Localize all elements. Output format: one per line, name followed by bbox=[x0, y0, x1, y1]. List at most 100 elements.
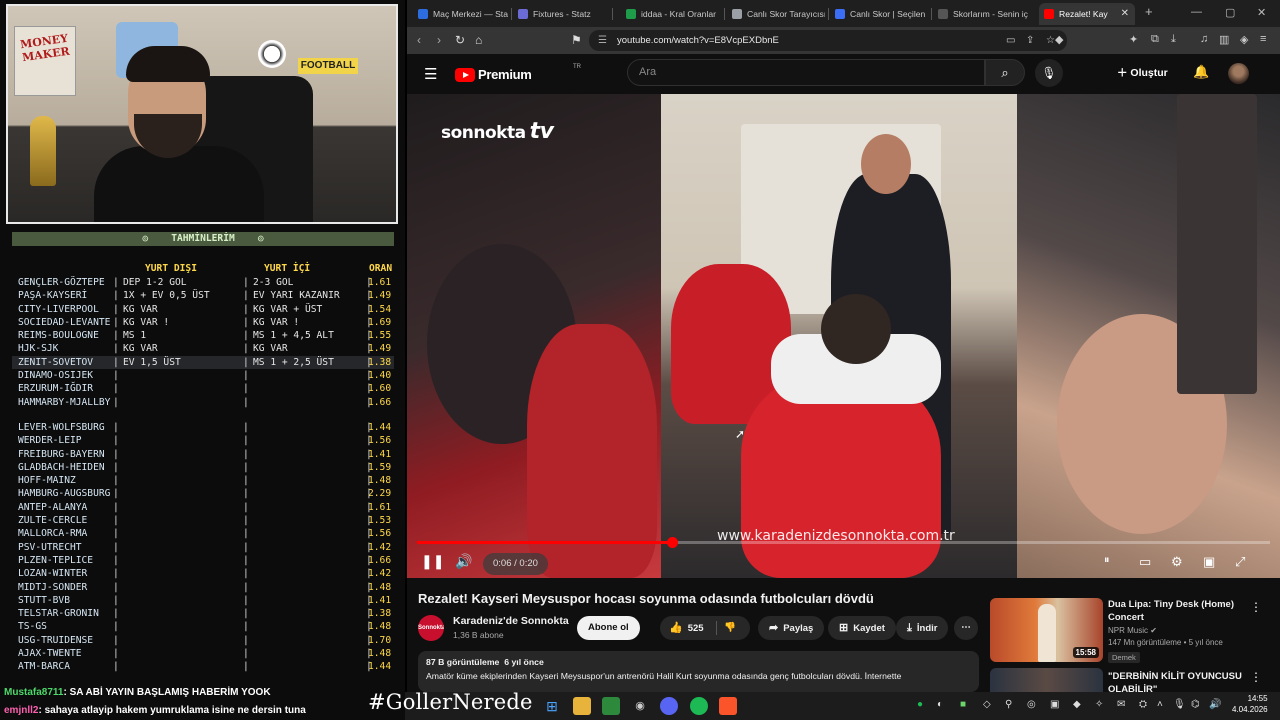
channel-avatar[interactable]: Sonnokta bbox=[418, 615, 444, 641]
tray-icon[interactable]: ⛭ bbox=[1139, 699, 1147, 710]
tab-separator bbox=[931, 8, 932, 20]
tray-icon[interactable]: ✧ bbox=[1095, 699, 1103, 710]
like-button[interactable]: 👍 525 👎 bbox=[660, 616, 750, 640]
hamburger-icon[interactable]: ☰ bbox=[424, 65, 437, 83]
video-progress-bar[interactable] bbox=[417, 537, 1270, 548]
close-tab-icon[interactable]: ✕ bbox=[1121, 3, 1129, 25]
media-icon[interactable]: ♫ bbox=[1200, 33, 1208, 45]
share-button[interactable]: ➦ Paylaş bbox=[758, 616, 825, 640]
star-icon[interactable]: ☆ bbox=[1046, 30, 1055, 51]
microphone-icon[interactable]: 🎙 bbox=[1173, 699, 1186, 710]
sidebar-icon[interactable]: ▥ bbox=[1219, 33, 1229, 46]
tray-icon[interactable]: ▣ bbox=[1050, 699, 1059, 710]
column-separator: | bbox=[113, 541, 119, 553]
column-separator: | bbox=[243, 515, 249, 527]
bookmark-icon[interactable]: ⚑ bbox=[571, 33, 582, 47]
browser-tab[interactable]: Fixtures - Statz bbox=[513, 3, 609, 25]
microphone-icon[interactable]: 🎙 bbox=[1035, 59, 1063, 87]
prediction-b: 2-3 GOL bbox=[253, 277, 294, 288]
back-icon[interactable]: ‹ bbox=[417, 33, 421, 47]
favicon-icon bbox=[418, 9, 428, 19]
windows-start-icon[interactable]: ⊞ bbox=[543, 697, 561, 715]
download-icon[interactable]: ⤓ bbox=[1171, 33, 1176, 46]
favicon-icon bbox=[1044, 9, 1054, 19]
recommended-channel: NPR Music ✔ bbox=[1108, 626, 1157, 635]
maximize-icon[interactable]: ▢ bbox=[1225, 6, 1235, 19]
more-options-icon[interactable]: ⋮ bbox=[1250, 600, 1262, 614]
close-icon[interactable]: ✕ bbox=[1257, 6, 1266, 19]
discord-tray-icon[interactable]: ◎ bbox=[1027, 699, 1036, 710]
save-button[interactable]: ⊞ Kaydet bbox=[828, 616, 896, 640]
shield-icon[interactable]: ◆ bbox=[1055, 33, 1063, 46]
create-button[interactable]: ＋ Oluştur bbox=[1117, 65, 1168, 80]
fullscreen-icon[interactable]: ⤢ bbox=[1235, 554, 1245, 570]
video-thumbnail[interactable] bbox=[990, 668, 1103, 692]
description-box[interactable]: 87 B görüntüleme 6 yıl önce Amatör küme … bbox=[418, 651, 979, 692]
tray-icon[interactable]: ◐ bbox=[937, 699, 943, 710]
menu-icon[interactable]: ≡ bbox=[1260, 33, 1266, 45]
search-icon[interactable]: ⌕ bbox=[985, 59, 1025, 86]
favicon-icon bbox=[732, 9, 742, 19]
brave-icon[interactable] bbox=[719, 697, 737, 715]
column-separator: | bbox=[113, 661, 119, 673]
tray-icon[interactable]: ◇ bbox=[983, 699, 991, 710]
app-icon[interactable] bbox=[602, 697, 620, 715]
browser-tab[interactable]: Canlı Skor Tarayıcısı bbox=[727, 3, 825, 25]
extension-icon[interactable]: ✦ bbox=[1129, 33, 1138, 46]
browser-tab[interactable]: Maç Merkezi — Stat bbox=[413, 3, 508, 25]
browser-tab[interactable]: Canlı Skor | Seçilen bbox=[830, 3, 928, 25]
avatar[interactable] bbox=[1228, 63, 1249, 84]
site-info-icon[interactable]: ☰ bbox=[598, 30, 607, 51]
discord-icon[interactable] bbox=[660, 697, 678, 715]
cast-icon[interactable]: ▭ bbox=[1006, 30, 1015, 51]
recommended-title: Dua Lipa: Tiny Desk (Home) Concert bbox=[1108, 599, 1234, 623]
prediction-row: CITY-LIVERPOOL KG VAR KG VAR + ÜST 1.54 | | | bbox=[12, 303, 394, 316]
download-button[interactable]: ⤓ İndir bbox=[896, 616, 949, 640]
video-player[interactable]: sonnokta tv www.karadenizdesonnokta.com.t… bbox=[407, 94, 1280, 578]
minimize-icon[interactable]: — bbox=[1191, 6, 1202, 18]
tray-icon[interactable]: ■ bbox=[960, 699, 966, 710]
recommended-video[interactable]: "DERBİNİN KİLİT OYUNCUSU OLABİLİR" ⋮ bbox=[990, 668, 1280, 692]
column-separator: | bbox=[366, 528, 372, 540]
file-explorer-icon[interactable] bbox=[573, 697, 591, 715]
column-separator: | bbox=[113, 356, 119, 368]
volume-icon[interactable]: 🔊 bbox=[1209, 699, 1221, 710]
theater-mode-icon[interactable]: ▣ bbox=[1203, 554, 1215, 570]
subtitles-icon[interactable]: ▭ bbox=[1139, 554, 1151, 570]
more-options-icon[interactable]: ⋮ bbox=[1250, 670, 1262, 684]
spotify-tray-icon[interactable]: ● bbox=[917, 699, 923, 710]
more-actions-icon[interactable]: ⋯ bbox=[954, 616, 978, 640]
tray-icon[interactable]: ⚲ bbox=[1005, 699, 1012, 710]
channel-name[interactable]: Karadeniz'de Sonnokta bbox=[453, 615, 569, 627]
system-clock[interactable]: 14:55 4.04.2026 bbox=[1232, 693, 1268, 715]
vpn-icon[interactable]: ◈ bbox=[1240, 33, 1248, 46]
column-separator: | bbox=[113, 303, 119, 315]
network-icon[interactable]: ⌬ bbox=[1191, 699, 1200, 710]
volume-icon[interactable]: 🔊 bbox=[455, 553, 472, 570]
share-icon[interactable]: ⇪ bbox=[1026, 30, 1034, 51]
browser-tab[interactable]: Skorlarım - Senin iç bbox=[933, 3, 1031, 25]
browser-toolbar: ‹ › ↻ ⌂ ⚑ ☰ youtube.com/watch?v=E8VcpEXD… bbox=[407, 27, 1280, 54]
address-bar[interactable]: ☰ youtube.com/watch?v=E8VcpEXDbnE ▭ ⇪ ☆ bbox=[589, 30, 1067, 51]
forward-icon[interactable]: › bbox=[437, 33, 441, 47]
video-thumbnail[interactable]: 15:58 bbox=[990, 598, 1103, 662]
autoplay-toggle-icon[interactable]: ⏸ bbox=[1104, 554, 1110, 567]
notification-bell-icon[interactable]: 🔔 bbox=[1193, 64, 1209, 80]
chevron-up-icon[interactable]: ˄ bbox=[1157, 699, 1163, 710]
new-tab-button[interactable]: + bbox=[1145, 4, 1153, 19]
tray-icon[interactable]: ◆ bbox=[1073, 699, 1081, 710]
spotify-icon[interactable] bbox=[690, 697, 708, 715]
browser-tab[interactable]: iddaa - Kral Oranlar bbox=[621, 3, 721, 25]
puzzle-icon[interactable]: ⧉ bbox=[1151, 33, 1159, 46]
search-input[interactable]: Ara bbox=[627, 59, 985, 86]
pause-icon[interactable]: ❚❚ bbox=[421, 553, 444, 570]
recommended-video[interactable]: 15:58 Dua Lipa: Tiny Desk (Home) Concert… bbox=[990, 598, 1280, 664]
tray-icon[interactable]: ✉ bbox=[1117, 699, 1125, 710]
reload-icon[interactable]: ↻ bbox=[455, 33, 465, 47]
browser-tab[interactable]: Rezalet! Kay ✕ bbox=[1039, 3, 1135, 25]
subscribe-button[interactable]: Abone ol bbox=[577, 616, 640, 640]
settings-icon[interactable]: ⚙ bbox=[1171, 554, 1183, 570]
home-icon[interactable]: ⌂ bbox=[475, 33, 482, 47]
obs-icon[interactable]: ◉ bbox=[631, 697, 649, 715]
thumbs-down-icon[interactable]: 👎 bbox=[724, 616, 736, 640]
